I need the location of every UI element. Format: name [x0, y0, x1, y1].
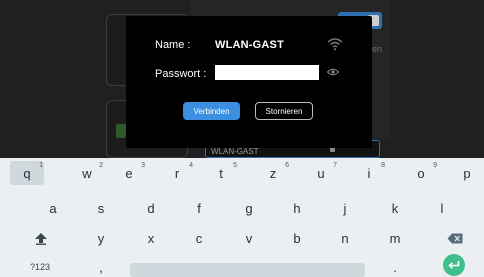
key-number-hint: 3	[141, 162, 145, 169]
shift-key[interactable]	[24, 226, 58, 250]
key-e[interactable]: e 3	[112, 161, 146, 185]
bg-app-icon	[116, 124, 126, 138]
key-label: w	[82, 165, 92, 181]
key-i[interactable]: i 8	[352, 161, 386, 185]
key-x[interactable]: x	[134, 226, 168, 250]
shift-arrow-icon	[35, 232, 47, 245]
key-c[interactable]: c	[182, 226, 216, 250]
password-input[interactable]	[215, 65, 319, 80]
key-label: q	[23, 165, 31, 181]
key-o[interactable]: o 9	[404, 161, 438, 185]
bg-hint-text: en	[372, 44, 383, 54]
key-p[interactable]: p	[450, 161, 484, 185]
show-password-eye-icon[interactable]	[327, 67, 339, 77]
enter-key[interactable]	[443, 254, 465, 276]
wifi-signal-icon	[327, 38, 343, 51]
key-label: u	[317, 165, 325, 181]
backspace-icon	[447, 233, 463, 243]
comma-key[interactable]: ,	[84, 258, 118, 276]
password-label: Passwort :	[155, 68, 207, 80]
backspace-key[interactable]	[438, 226, 472, 250]
period-key[interactable]: .	[378, 258, 412, 276]
key-number-hint: 7	[333, 162, 337, 169]
key-j[interactable]: j	[328, 196, 362, 220]
key-k[interactable]: k	[378, 196, 412, 220]
key-n[interactable]: n	[328, 226, 362, 250]
key-t[interactable]: t 5	[204, 161, 238, 185]
wifi-connect-dialog: Name : WLAN-GAST Passwort : Verbinden St…	[126, 16, 372, 148]
enter-arrow-icon	[448, 261, 460, 269]
key-m[interactable]: m	[378, 226, 412, 250]
key-y[interactable]: y	[84, 226, 118, 250]
symbols-toggle-key[interactable]: ?123	[20, 258, 60, 276]
network-list-item-label: WLAN-GAST	[211, 147, 259, 156]
key-label: r	[174, 165, 180, 181]
key-number-hint: 5	[233, 162, 237, 169]
key-d[interactable]: d	[134, 196, 168, 220]
name-label: Name :	[155, 39, 191, 51]
network-name-value: WLAN-GAST	[215, 39, 285, 51]
key-v[interactable]: v	[232, 226, 266, 250]
key-h[interactable]: h	[280, 196, 314, 220]
key-number-hint: 8	[381, 162, 385, 169]
key-s[interactable]: s	[84, 196, 118, 220]
key-b[interactable]: b	[280, 226, 314, 250]
key-r[interactable]: r 4	[160, 161, 194, 185]
key-label: t	[219, 165, 223, 181]
key-w[interactable]: w 2	[70, 161, 104, 185]
connect-button[interactable]: Verbinden	[183, 102, 240, 120]
key-number-hint: 2	[99, 162, 103, 169]
key-label: o	[417, 165, 425, 181]
key-z[interactable]: z 6	[256, 161, 290, 185]
key-label: p	[463, 165, 471, 181]
key-q[interactable]: q 1	[10, 161, 44, 185]
key-number-hint: 6	[285, 162, 289, 169]
key-f[interactable]: f	[182, 196, 216, 220]
key-u[interactable]: u 7	[304, 161, 338, 185]
key-a[interactable]: a	[36, 196, 70, 220]
cancel-button[interactable]: Stornieren	[255, 102, 313, 120]
key-label: i	[367, 165, 371, 181]
key-label: e	[125, 165, 133, 181]
key-label: z	[269, 165, 277, 181]
key-number-hint: 9	[433, 162, 437, 169]
key-l[interactable]: l	[425, 196, 459, 220]
key-number-hint: 1	[39, 162, 43, 169]
key-g[interactable]: g	[232, 196, 266, 220]
spacebar-key[interactable]	[130, 263, 365, 277]
on-screen-keyboard: q 1 w 2 e 3 r 4 t 5 z 6 u 7 i 8 o 9 p a …	[0, 158, 484, 277]
key-number-hint: 4	[189, 162, 193, 169]
